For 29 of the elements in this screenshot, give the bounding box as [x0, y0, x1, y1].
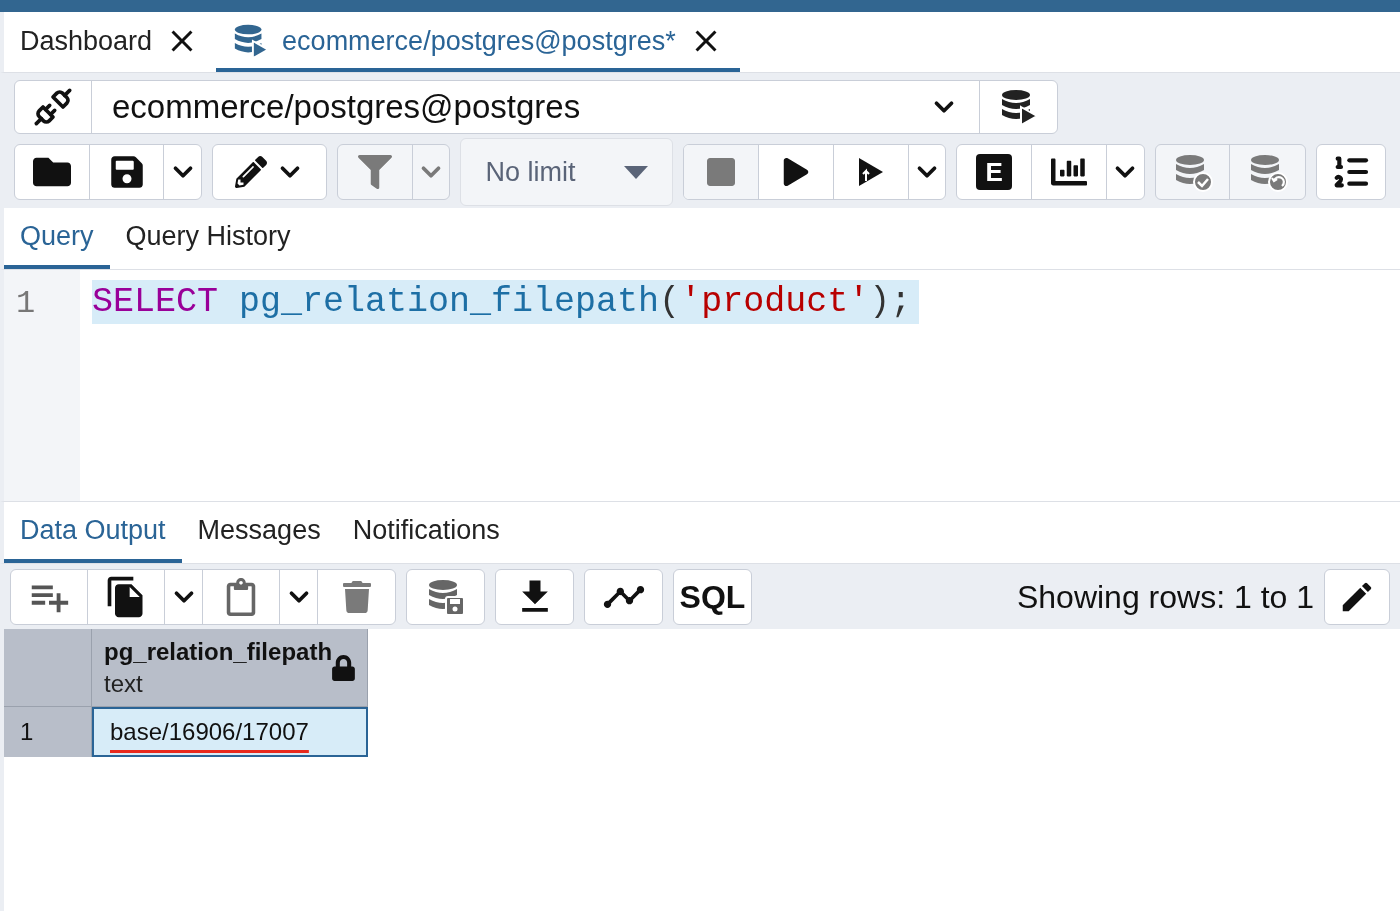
- limit-select[interactable]: No limit: [460, 138, 674, 206]
- save-icon: [108, 154, 145, 190]
- explain-button[interactable]: E: [957, 145, 1033, 199]
- query-editor[interactable]: 1 SELECT pg_relation_filepath('product');: [0, 270, 1400, 502]
- row-number[interactable]: 1: [4, 707, 92, 757]
- column-header[interactable]: pg_relation_filepath text: [92, 629, 368, 707]
- rows-status: Showing rows: 1 to 1: [1016, 577, 1314, 617]
- document-tab[interactable]: Dashboard: [4, 14, 217, 72]
- output-tab[interactable]: Notifications: [336, 502, 516, 563]
- pencil-icon: [234, 156, 267, 188]
- sql-button[interactable]: SQL: [674, 569, 751, 624]
- connection-select[interactable]: ecommerce/postgres@postgres: [92, 81, 980, 133]
- tab-label: Dashboard: [20, 24, 153, 58]
- output-tab[interactable]: Messages: [181, 502, 337, 563]
- trash-icon: [340, 580, 373, 613]
- filter-icon: [357, 155, 392, 189]
- column-name: pg_relation_filepath: [104, 636, 333, 667]
- editor-tab[interactable]: Query History: [109, 208, 307, 269]
- caret-icon: [624, 165, 649, 179]
- line-number: 1: [15, 284, 37, 324]
- play-icon: [781, 158, 810, 186]
- plug-icon: [33, 87, 73, 127]
- column-type: text: [104, 668, 144, 699]
- tab-label: ecommerce/postgres@postgres*: [282, 24, 676, 58]
- cell-text: base/16906/17007: [110, 717, 309, 747]
- stop-button[interactable]: [684, 145, 760, 199]
- play-step-icon: [856, 157, 885, 187]
- stop-icon: [705, 156, 738, 188]
- table-cell[interactable]: base/16906/17007: [92, 707, 368, 757]
